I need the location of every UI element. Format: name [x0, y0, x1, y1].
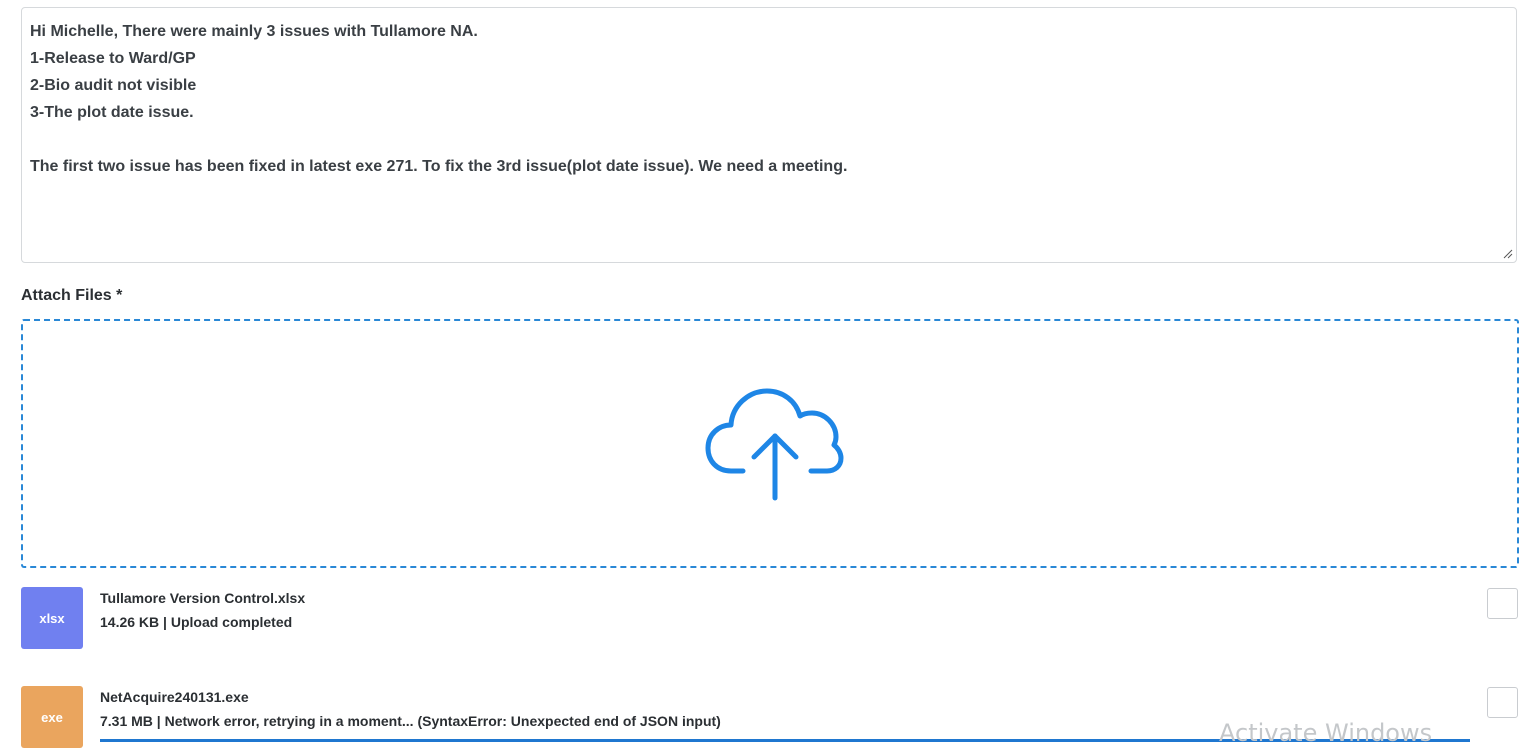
resize-grip-icon[interactable] — [1503, 249, 1513, 259]
attach-files-label: Attach Files * — [21, 287, 123, 304]
activate-windows-watermark: Activate Windows — [1219, 719, 1433, 747]
message-line: 3-The plot date issue. — [30, 104, 194, 121]
message-line — [30, 126, 1508, 153]
file-checkbox[interactable] — [1487, 687, 1518, 718]
message-textarea[interactable]: Hi Michelle, There were mainly 3 issues … — [21, 7, 1517, 263]
message-line: Hi Michelle, There were mainly 3 issues … — [30, 23, 478, 40]
exe-file-icon: exe — [21, 686, 83, 748]
file-name: NetAcquire240131.exe — [100, 689, 249, 705]
message-line: The first two issue has been fixed in la… — [30, 158, 848, 175]
message-line: 1-Release to Ward/GP — [30, 50, 196, 67]
message-line: 2-Bio audit not visible — [30, 77, 197, 94]
file-status: 7.31 MB | Network error, retrying in a m… — [100, 713, 721, 729]
cloud-upload-icon — [705, 388, 844, 501]
file-checkbox[interactable] — [1487, 588, 1518, 619]
xlsx-file-icon: xlsx — [21, 587, 83, 649]
file-name: Tullamore Version Control.xlsx — [100, 590, 306, 606]
file-dropzone[interactable] — [21, 319, 1519, 568]
file-status: 14.26 KB | Upload completed — [100, 614, 293, 630]
file-item: xlsx Tullamore Version Control.xlsx 14.2… — [21, 587, 1521, 649]
